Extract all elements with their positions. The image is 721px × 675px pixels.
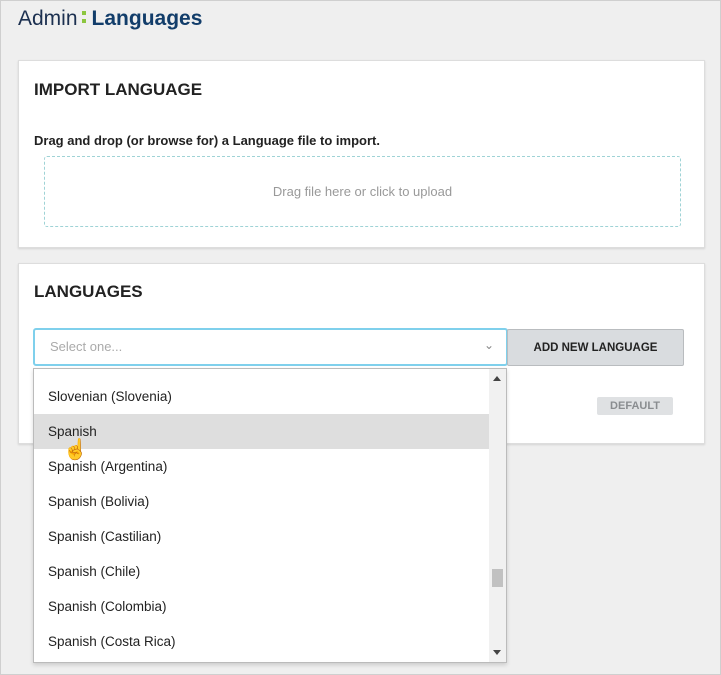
file-dropzone[interactable]: Drag file here or click to upload — [44, 156, 681, 227]
default-badge: DEFAULT — [597, 397, 673, 415]
dropdown-scrollbar[interactable] — [489, 369, 506, 662]
page-title: Admin Languages — [18, 7, 202, 31]
list-item[interactable]: Spanish (Argentina) — [34, 449, 489, 484]
list-item[interactable]: Spanish — [34, 414, 489, 449]
import-instructions: Drag and drop (or browse for) a Language… — [34, 133, 380, 148]
languages-heading: LANGUAGES — [34, 282, 143, 301]
list-item[interactable]: Spanish (Colombia) — [34, 589, 489, 624]
list-item[interactable]: Slovenian (Slovenia) — [34, 379, 489, 414]
language-select[interactable]: Select one... ⌄ — [33, 328, 508, 366]
list-item[interactable]: Spanish (Chile) — [34, 554, 489, 589]
list-item[interactable]: Spanish (Bolivia) — [34, 484, 489, 519]
scrollbar-thumb[interactable] — [492, 569, 503, 587]
title-main: Languages — [91, 7, 203, 30]
hand-cursor-icon: ☝ — [63, 439, 88, 461]
chevron-down-icon: ⌄ — [483, 338, 494, 352]
add-new-language-button[interactable]: ADD NEW LANGUAGE — [507, 329, 684, 366]
import-language-card: IMPORT LANGUAGE Drag and drop (or browse… — [18, 60, 705, 248]
select-placeholder: Select one... — [50, 339, 123, 354]
scroll-up-icon[interactable] — [493, 376, 501, 381]
list-item[interactable]: Spanish (Costa Rica) — [34, 624, 489, 659]
import-heading: IMPORT LANGUAGE — [34, 80, 203, 99]
colon-separator-icon — [81, 10, 87, 24]
title-prefix: Admin — [18, 7, 78, 30]
language-dropdown-list: Slovenian (Slovenia) Spanish Spanish (Ar… — [33, 368, 507, 663]
scroll-down-icon[interactable] — [493, 650, 501, 655]
list-item[interactable]: Spanish (Castilian) — [34, 519, 489, 554]
